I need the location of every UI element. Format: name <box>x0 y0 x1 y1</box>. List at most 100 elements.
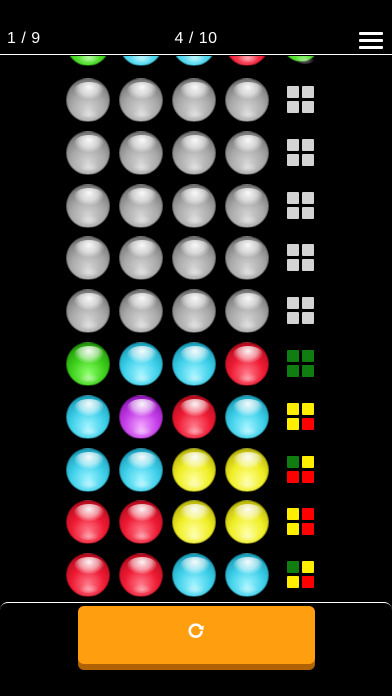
feedback-peg-blank <box>302 297 314 309</box>
cyan-ball[interactable] <box>66 448 110 492</box>
red-ball[interactable] <box>119 500 163 544</box>
header-divider <box>0 54 392 55</box>
yellow-ball[interactable] <box>172 448 216 492</box>
gray-ball[interactable] <box>119 289 163 333</box>
feedback-peg-blank <box>302 312 314 324</box>
gray-ball[interactable] <box>119 236 163 280</box>
attempt-counter: 4 / 10 <box>174 30 218 47</box>
gray-ball[interactable] <box>66 289 110 333</box>
guess-row <box>0 448 392 492</box>
gray-ball[interactable] <box>225 289 269 333</box>
feedback-peg-yellow <box>287 418 299 430</box>
feedback-peg-blank <box>287 101 299 113</box>
menu-bar <box>359 39 383 42</box>
feedback-peg-green <box>287 350 299 362</box>
feedback-peg-red <box>287 471 299 483</box>
feedback-peg-yellow <box>287 576 299 588</box>
feedback-peg-blank <box>287 139 299 151</box>
gray-ball[interactable] <box>225 236 269 280</box>
cyan-ball[interactable] <box>172 342 216 386</box>
cyan-ball[interactable] <box>119 342 163 386</box>
feedback-peg-blank <box>302 86 314 98</box>
gray-ball[interactable] <box>66 131 110 175</box>
cyan-ball[interactable] <box>172 553 216 597</box>
gray-ball[interactable] <box>119 184 163 228</box>
feedback-peg-blank <box>287 86 299 98</box>
feedback-peg-green <box>302 365 314 377</box>
red-ball[interactable] <box>66 500 110 544</box>
guess-row <box>0 500 392 544</box>
hamburger-menu-icon[interactable] <box>359 30 383 50</box>
feedback-peg-blank <box>302 259 314 271</box>
gray-ball[interactable] <box>66 184 110 228</box>
feedback-peg-blank <box>302 244 314 256</box>
feedback-pegs <box>287 403 315 431</box>
feedback-peg-blank <box>302 192 314 204</box>
feedback-peg-blank <box>302 154 314 166</box>
feedback-peg-blank <box>287 154 299 166</box>
gray-ball[interactable] <box>225 131 269 175</box>
feedback-peg-yellow <box>302 456 314 468</box>
cyan-ball[interactable] <box>119 448 163 492</box>
feedback-peg-red <box>302 508 314 520</box>
feedback-peg-green <box>287 365 299 377</box>
red-ball[interactable] <box>172 395 216 439</box>
gray-ball[interactable] <box>172 184 216 228</box>
game-board <box>0 0 392 696</box>
feedback-pegs <box>287 508 315 536</box>
green-ball[interactable] <box>66 342 110 386</box>
feedback-peg-green <box>287 456 299 468</box>
feedback-peg-yellow <box>287 508 299 520</box>
feedback-peg-red <box>302 523 314 535</box>
gray-ball[interactable] <box>66 78 110 122</box>
guess-row <box>0 395 392 439</box>
feedback-peg-blank <box>302 207 314 219</box>
red-ball[interactable] <box>66 553 110 597</box>
red-ball[interactable] <box>119 553 163 597</box>
feedback-peg-blank <box>287 312 299 324</box>
feedback-peg-yellow <box>302 403 314 415</box>
feedback-peg-red <box>302 471 314 483</box>
gray-ball[interactable] <box>225 184 269 228</box>
refresh-icon <box>188 623 204 638</box>
feedback-pegs <box>287 86 315 114</box>
feedback-peg-blank <box>287 244 299 256</box>
gray-ball[interactable] <box>119 131 163 175</box>
gray-ball[interactable] <box>225 78 269 122</box>
feedback-pegs <box>287 244 315 272</box>
feedback-peg-red <box>302 576 314 588</box>
top-bar: 1 / 9 4 / 10 <box>0 0 392 56</box>
feedback-peg-green <box>302 350 314 362</box>
feedback-pegs <box>287 456 315 484</box>
guess-row <box>0 131 392 175</box>
feedback-pegs <box>287 350 315 378</box>
feedback-peg-blank <box>287 192 299 204</box>
gray-ball[interactable] <box>172 289 216 333</box>
gray-ball[interactable] <box>172 236 216 280</box>
menu-bar <box>359 32 383 35</box>
guess-row <box>0 553 392 597</box>
yellow-ball[interactable] <box>172 500 216 544</box>
purple-ball[interactable] <box>119 395 163 439</box>
red-ball[interactable] <box>225 342 269 386</box>
cyan-ball[interactable] <box>225 553 269 597</box>
guess-row <box>0 184 392 228</box>
yellow-ball[interactable] <box>225 448 269 492</box>
yellow-ball[interactable] <box>225 500 269 544</box>
feedback-peg-blank <box>302 139 314 151</box>
gray-ball[interactable] <box>66 236 110 280</box>
guess-row <box>0 342 392 386</box>
gray-ball[interactable] <box>172 78 216 122</box>
feedback-peg-yellow <box>287 403 299 415</box>
gray-ball[interactable] <box>119 78 163 122</box>
cyan-ball[interactable] <box>66 395 110 439</box>
feedback-peg-blank <box>287 207 299 219</box>
gray-ball[interactable] <box>172 131 216 175</box>
feedback-pegs <box>287 192 315 220</box>
feedback-peg-blank <box>287 259 299 271</box>
feedback-pegs <box>287 297 315 325</box>
cyan-ball[interactable] <box>225 395 269 439</box>
feedback-peg-yellow <box>287 523 299 535</box>
feedback-peg-red <box>302 418 314 430</box>
feedback-pegs <box>287 139 315 167</box>
